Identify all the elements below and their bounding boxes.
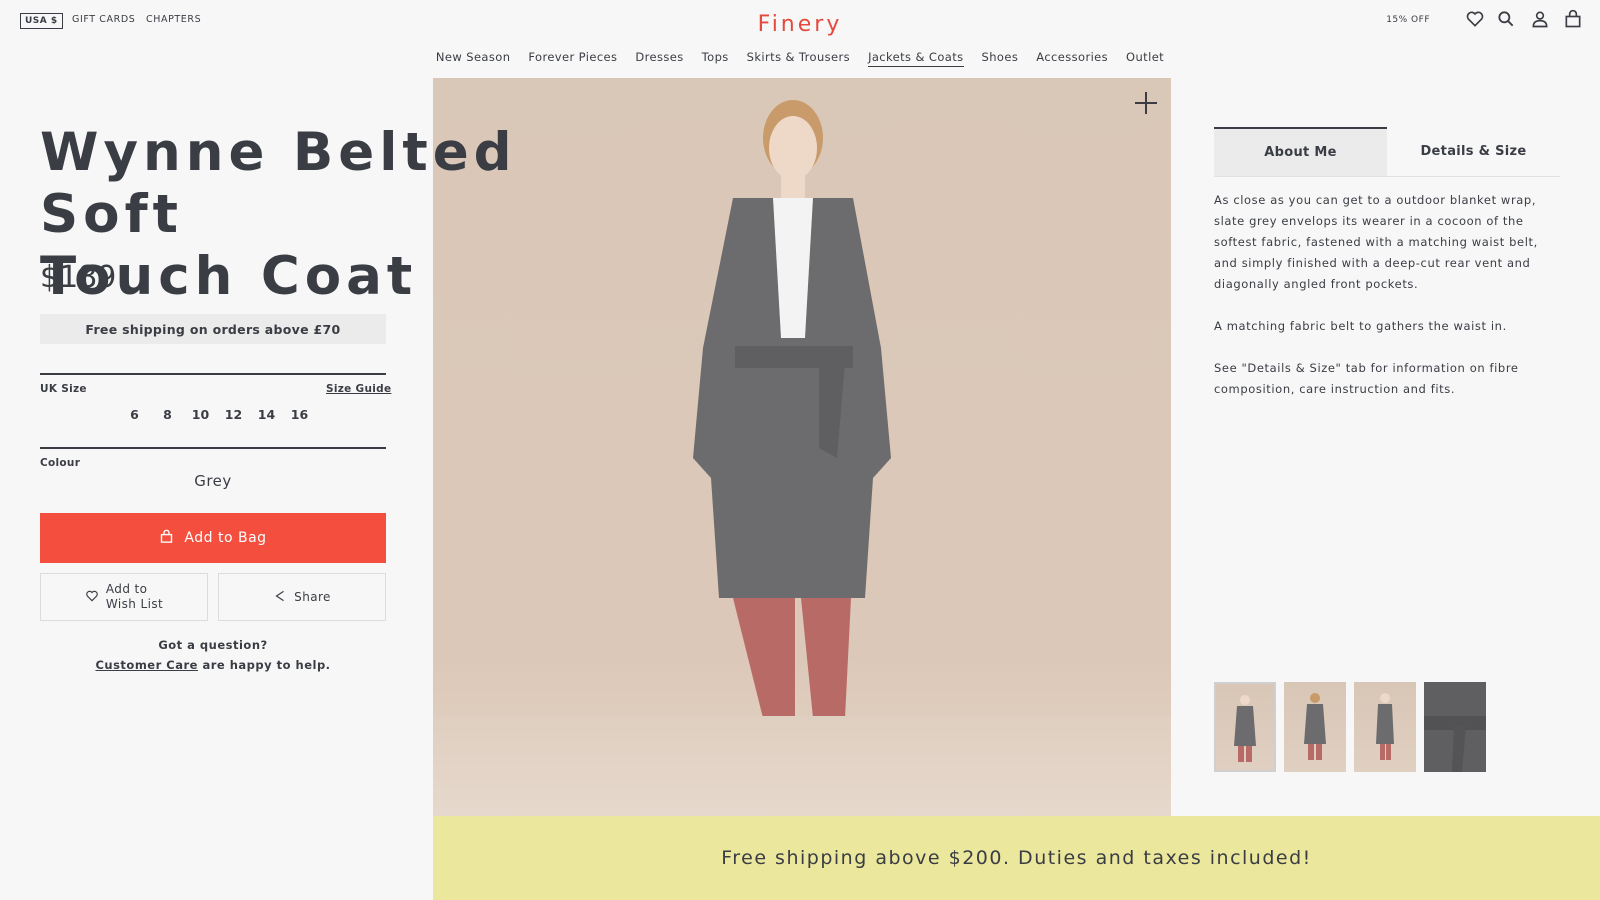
- nav-item-outlet[interactable]: Outlet: [1126, 50, 1164, 67]
- divider: [40, 447, 386, 449]
- nav-item-skirts-trousers[interactable]: Skirts & Trousers: [747, 50, 850, 67]
- size-option-16[interactable]: 16: [283, 407, 316, 422]
- thumbnail-back[interactable]: [1284, 682, 1346, 772]
- size-option-8[interactable]: 8: [151, 407, 184, 422]
- thumbnail-strip: [1214, 682, 1486, 772]
- wishlist-label-line1: Add to: [105, 582, 148, 596]
- top-bar: USA $ GIFT CARDS CHAPTERS Finery 15% OFF: [0, 0, 1600, 46]
- description-paragraph: A matching fabric belt to gathers the wa…: [1214, 319, 1507, 333]
- product-title: Wynne Belted Soft Touch Coat: [40, 122, 600, 308]
- size-label: UK Size: [40, 383, 87, 395]
- size-option-6[interactable]: 6: [118, 407, 151, 422]
- wishlist-label: Add to Wish List: [106, 582, 163, 612]
- shipping-note: Free shipping on orders above £70: [40, 314, 386, 344]
- user-icon[interactable]: [1529, 8, 1551, 30]
- detail-tabs: About Me Details & Size: [1214, 127, 1560, 177]
- nav-item-jackets-coats[interactable]: Jackets & Coats: [868, 50, 964, 67]
- share-icon: [273, 589, 287, 606]
- bag-icon[interactable]: [1562, 8, 1584, 30]
- floor: [433, 716, 1171, 816]
- customer-care-link[interactable]: Customer Care: [95, 658, 198, 672]
- search-icon[interactable]: [1495, 8, 1517, 30]
- offer-link[interactable]: 15% OFF: [1386, 15, 1430, 25]
- colour-value[interactable]: Grey: [40, 472, 386, 490]
- colour-label: Colour: [40, 457, 81, 469]
- heart-icon[interactable]: [1464, 8, 1486, 30]
- description-paragraph: See "Details & Size" tab for information…: [1214, 361, 1519, 396]
- nav-item-accessories[interactable]: Accessories: [1036, 50, 1108, 67]
- tab-details-size[interactable]: Details & Size: [1387, 127, 1560, 176]
- size-options: 6 8 10 12 14 16: [118, 407, 316, 422]
- product-title-line1: Wynne Belted Soft: [40, 122, 517, 245]
- tab-about-me[interactable]: About Me: [1214, 127, 1387, 176]
- product-title-line2: Touch Coat: [40, 246, 418, 307]
- share-label: Share: [294, 590, 331, 604]
- add-to-wishlist-button[interactable]: Add to Wish List: [40, 573, 208, 621]
- bag-icon: [159, 529, 174, 548]
- add-to-bag-label: Add to Bag: [184, 530, 267, 546]
- share-button[interactable]: Share: [218, 573, 386, 621]
- product-description: As close as you can get to a outdoor bla…: [1214, 190, 1564, 421]
- logo[interactable]: Finery: [0, 12, 1600, 37]
- nav-item-shoes[interactable]: Shoes: [982, 50, 1019, 67]
- zoom-plus-icon[interactable]: [1135, 92, 1157, 114]
- size-option-14[interactable]: 14: [250, 407, 283, 422]
- nav-item-forever-pieces[interactable]: Forever Pieces: [528, 50, 617, 67]
- help-text-rest: are happy to help.: [202, 658, 331, 672]
- thumbnail-side[interactable]: [1354, 682, 1416, 772]
- nav-item-new-season[interactable]: New Season: [436, 50, 510, 67]
- help-question: Got a question?: [158, 638, 268, 652]
- size-option-10[interactable]: 10: [184, 407, 217, 422]
- description-paragraph: As close as you can get to a outdoor bla…: [1214, 193, 1538, 291]
- nav-item-dresses[interactable]: Dresses: [635, 50, 683, 67]
- thumbnail-front[interactable]: [1214, 682, 1276, 772]
- divider: [40, 373, 386, 375]
- help-text: Customer Care are happy to help.: [40, 658, 386, 672]
- size-option-12[interactable]: 12: [217, 407, 250, 422]
- thumbnail-detail[interactable]: [1424, 682, 1486, 772]
- nav-item-tops[interactable]: Tops: [702, 50, 729, 67]
- main-nav: New Season Forever Pieces Dresses Tops S…: [0, 50, 1600, 67]
- size-guide-link[interactable]: Size Guide: [326, 383, 391, 395]
- shipping-banner: Free shipping above $200. Duties and tax…: [433, 816, 1600, 900]
- heart-icon: [85, 589, 99, 606]
- wishlist-label-line2: Wish List: [105, 597, 164, 611]
- add-to-bag-button[interactable]: Add to Bag: [40, 513, 386, 563]
